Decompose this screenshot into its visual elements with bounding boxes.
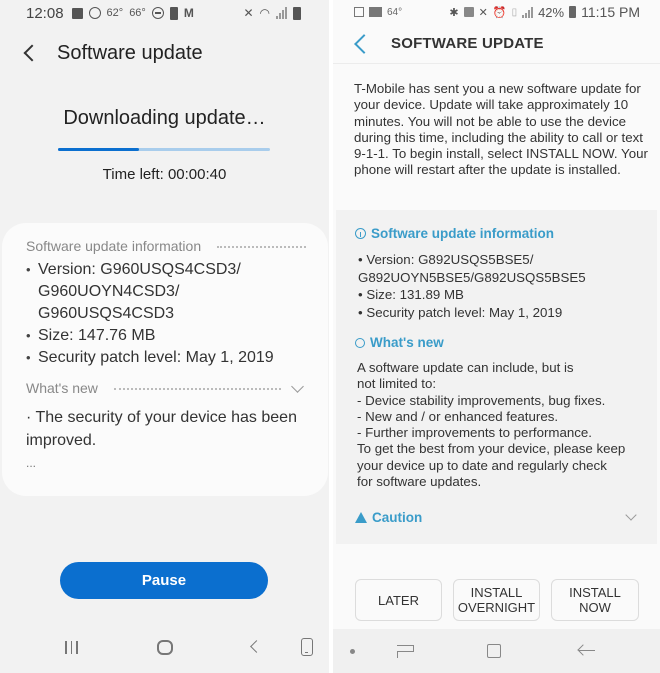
recents-icon[interactable] — [397, 645, 414, 658]
home-icon[interactable] — [487, 644, 501, 658]
info-list: Version: G960USQS4CSD3/ G960UOYN4CSD3/ G… — [26, 259, 306, 369]
dotted-divider — [217, 246, 306, 248]
update-intro-text: T-Mobile has sent you a new software upd… — [354, 81, 648, 178]
temp-2: 66° — [129, 7, 146, 19]
info-list: • Version: G892USQS5BSE5/ G892UOYN5BSE5/… — [358, 251, 648, 321]
back-icon[interactable] — [579, 650, 595, 652]
award-icon — [355, 337, 365, 348]
app-header: SOFTWARE UPDATE — [333, 24, 660, 64]
status-bar: 64° ✱ ✕ ⏰ ▯ 42% 11:15 PM — [333, 0, 660, 24]
camera-ring-icon — [88, 7, 101, 19]
time-left: Time left: 00:00:40 — [102, 166, 227, 183]
download-progress-bar — [58, 148, 270, 151]
whats-new-toggle[interactable]: What's new — [26, 379, 306, 397]
battery-icon — [569, 6, 577, 18]
whats-new-heading: What's new — [26, 380, 98, 396]
cell-signal-icon — [522, 6, 534, 18]
navigation-bar — [333, 629, 660, 673]
info-section-heading: Software update information — [355, 226, 554, 241]
download-progress-fill — [58, 148, 139, 151]
whats-new-text: A software update can include, but is no… — [357, 360, 626, 490]
vibrate-mute-icon: ✕ — [243, 6, 254, 20]
download-status: Downloading update… — [63, 107, 266, 129]
back-icon[interactable] — [250, 640, 263, 653]
do-not-disturb-icon — [151, 7, 164, 19]
update-info-card: Software update information Version: G96… — [2, 223, 328, 496]
chevron-down-icon[interactable] — [291, 379, 304, 393]
later-button[interactable]: LATER — [355, 579, 442, 621]
info-heading: Software update information — [371, 226, 555, 241]
dotted-divider — [113, 388, 281, 390]
bluetooth-icon: ✱ — [449, 6, 459, 19]
wifi-icon: ◠ — [259, 6, 270, 20]
left-phone-screen: 12:08 62° 66° M ✕ ◠ Software update Down… — [0, 0, 329, 673]
info-item-patch: Security patch level: May 1, 2019 — [26, 347, 306, 369]
back-button[interactable] — [20, 38, 40, 68]
status-temp: 64° — [387, 6, 403, 18]
info-item-size: • Size: 131.89 MB — [358, 287, 464, 302]
status-time: 11:15 PM — [581, 4, 640, 20]
info-icon — [355, 228, 366, 239]
page-title: SOFTWARE UPDATE — [391, 35, 544, 52]
action-buttons: LATER INSTALL OVERNIGHT INSTALL NOW — [355, 579, 639, 621]
warning-icon — [355, 512, 367, 523]
gallery-icon — [369, 7, 382, 17]
caution-heading: Caution — [372, 510, 423, 525]
navigation-bar — [0, 630, 329, 666]
info-item-version-cont: G892UOYN5BSE5/G892USQS5BSE5 — [358, 269, 586, 285]
pause-button[interactable]: Pause — [60, 562, 268, 599]
info-heading: Software update information — [26, 238, 202, 254]
chevron-down-icon[interactable] — [625, 509, 637, 521]
battery-percent: 42% — [538, 4, 565, 20]
whats-new-text: · The security of your device has been i… — [26, 409, 297, 449]
sim-icon: ▯ — [511, 6, 518, 18]
keyboard-toggle-icon[interactable] — [301, 638, 313, 656]
alarm-icon: ⏰ — [492, 6, 507, 19]
mute-icon: ✕ — [478, 6, 488, 19]
install-now-button[interactable]: INSTALL NOW — [551, 579, 639, 621]
more-ellipsis: ... — [26, 456, 37, 470]
caution-toggle[interactable]: Caution — [355, 509, 637, 525]
info-item-version: • Version: G892USQS5BSE5/ — [358, 252, 534, 267]
dot-indicator-icon[interactable] — [350, 649, 355, 654]
cell-signal-icon — [276, 7, 287, 19]
malwarebytes-icon: M — [183, 6, 194, 20]
info-item-patch: • Security patch level: May 1, 2019 — [358, 304, 563, 320]
battery-saver-icon — [169, 6, 178, 20]
status-time: 12:08 — [26, 4, 64, 22]
whats-new-section-heading: What's new — [355, 335, 444, 350]
checkbox-icon — [354, 7, 364, 17]
home-icon[interactable] — [157, 640, 173, 655]
status-bar: 12:08 62° 66° M ✕ ◠ — [0, 0, 329, 26]
page-title: Software update — [57, 41, 203, 64]
app-header: Software update — [20, 38, 203, 68]
whats-new-heading: What's new — [370, 335, 444, 350]
info-item-size: Size: 147.76 MB — [26, 325, 306, 347]
info-heading-row: Software update information — [26, 237, 306, 255]
info-item-version: Version: G960USQS4CSD3/ G960UOYN4CSD3/ G… — [26, 259, 306, 325]
notification-app-icon — [71, 7, 83, 19]
temp-1: 62° — [106, 7, 124, 19]
nfc-icon — [463, 7, 474, 17]
battery-icon — [293, 6, 301, 20]
update-details-panel: Software update information • Version: G… — [336, 210, 657, 544]
back-button[interactable] — [354, 33, 374, 54]
recents-icon[interactable] — [65, 641, 78, 654]
install-overnight-button[interactable]: INSTALL OVERNIGHT — [453, 579, 540, 621]
right-phone-screen: 64° ✱ ✕ ⏰ ▯ 42% 11:15 PM SOFTWARE UPDATE… — [333, 0, 660, 673]
